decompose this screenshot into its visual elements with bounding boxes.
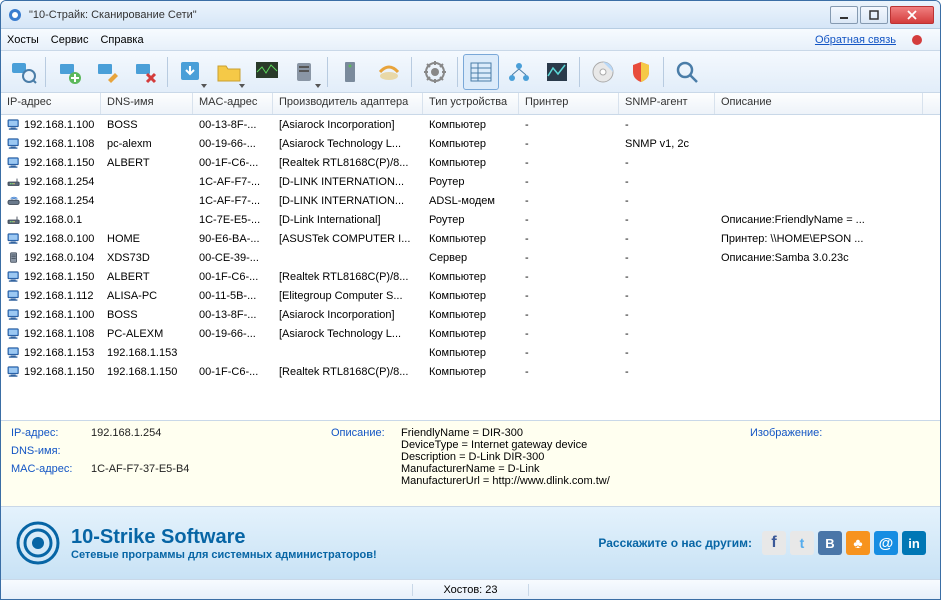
table-row[interactable]: 192.168.1.108pc-alexm00-19-66-...[Asiaro… <box>1 134 940 153</box>
col-dns[interactable]: DNS-имя <box>101 93 193 114</box>
titlebar[interactable]: "10-Страйк: Сканирование Сети" <box>1 1 940 29</box>
settings-button[interactable] <box>417 54 453 90</box>
feedback-dot-icon <box>912 35 922 45</box>
add-host-button[interactable] <box>51 54 87 90</box>
table-row[interactable]: 192.168.1.150ALBERT00-1F-C6-...[Realtek … <box>1 267 940 286</box>
ok-icon[interactable]: ♣ <box>846 531 870 555</box>
server-icon <box>7 252 21 264</box>
scan-button[interactable] <box>5 54 41 90</box>
close-button[interactable] <box>890 6 934 24</box>
detail-ip-label: IP-адрес: <box>11 427 91 439</box>
detail-image-label: Изображение: <box>750 427 822 439</box>
pc-icon <box>7 233 21 245</box>
detail-ip-value: 192.168.1.254 <box>91 427 161 439</box>
maximize-button[interactable] <box>860 6 888 24</box>
menu-help[interactable]: Справка <box>100 34 143 46</box>
table-row[interactable]: 192.168.1.2541C-AF-F7-...[D-LINK INTERNA… <box>1 191 940 210</box>
pc-icon <box>7 366 21 378</box>
chart-view-button[interactable] <box>539 54 575 90</box>
pc-icon <box>7 309 21 321</box>
topology-view-button[interactable] <box>501 54 537 90</box>
modem-icon <box>7 195 21 207</box>
banner: 10-Strike Software Сетевые программы для… <box>1 507 940 579</box>
host-grid: IP-адрес DNS-имя MAC-адрес Производитель… <box>1 93 940 421</box>
toolbar <box>1 51 940 93</box>
router-icon <box>7 214 21 226</box>
menubar: Хосты Сервис Справка Обратная связь <box>1 29 940 51</box>
brand-title: 10-Strike Software <box>71 526 377 549</box>
detail-desc-lines: FriendlyName = DIR-300DeviceType = Inter… <box>401 427 610 487</box>
twitter-icon[interactable]: t <box>790 531 814 555</box>
col-vendor[interactable]: Производитель адаптера <box>273 93 423 114</box>
detail-dns-label: DNS-имя: <box>11 445 91 457</box>
pc-icon <box>7 157 21 169</box>
col-ip[interactable]: IP-адрес <box>1 93 101 114</box>
open-folder-button[interactable] <box>211 54 247 90</box>
table-row[interactable]: 192.168.1.2541C-AF-F7-...[D-LINK INTERNA… <box>1 172 940 191</box>
table-row[interactable]: 192.168.1.108PC-ALEXM00-19-66-...[Asiaro… <box>1 324 940 343</box>
menu-service[interactable]: Сервис <box>51 34 89 46</box>
pc-icon <box>7 347 21 359</box>
server-tool-button[interactable] <box>333 54 369 90</box>
grid-body[interactable]: 192.168.1.100BOSS00-13-8F-...[Asiarock I… <box>1 115 940 420</box>
export-button[interactable] <box>173 54 209 90</box>
app-icon <box>7 7 23 23</box>
table-row[interactable]: 192.168.1.153192.168.1.153Компьютер-- <box>1 343 940 362</box>
col-type[interactable]: Тип устройства <box>423 93 519 114</box>
logo-icon <box>15 520 61 566</box>
pc-icon <box>7 119 21 131</box>
network-device-button[interactable] <box>287 54 323 90</box>
edit-host-button[interactable] <box>89 54 125 90</box>
col-snmp[interactable]: SNMP-агент <box>619 93 715 114</box>
pc-icon <box>7 271 21 283</box>
router-icon <box>7 176 21 188</box>
pc-icon <box>7 328 21 340</box>
col-printer[interactable]: Принтер <box>519 93 619 114</box>
table-row[interactable]: 192.168.0.100HOME90-E6-BA-...[ASUSTek CO… <box>1 229 940 248</box>
minimize-button[interactable] <box>830 6 858 24</box>
table-row[interactable]: 192.168.1.100BOSS00-13-8F-...[Asiarock I… <box>1 115 940 134</box>
detail-panel: IP-адрес:192.168.1.254 DNS-имя: MAC-адре… <box>1 421 940 507</box>
table-row[interactable]: 192.168.1.112ALISA-PC00-11-5B-...[Eliteg… <box>1 286 940 305</box>
facebook-icon[interactable]: f <box>762 531 786 555</box>
brand-subtitle: Сетевые программы для системных админист… <box>71 549 377 561</box>
pc-icon <box>7 290 21 302</box>
detail-mac-value: 1C-AF-F7-37-E5-B4 <box>91 463 189 475</box>
mail-icon[interactable]: @ <box>874 531 898 555</box>
table-row[interactable]: 192.168.1.150ALBERT00-1F-C6-...[Realtek … <box>1 153 940 172</box>
pc-icon <box>7 138 21 150</box>
linkedin-icon[interactable]: in <box>902 531 926 555</box>
table-row[interactable]: 192.168.1.150192.168.1.15000-1F-C6-...[R… <box>1 362 940 381</box>
wake-button[interactable] <box>371 54 407 90</box>
share-text: Расскажите о нас другим: <box>598 536 752 550</box>
table-row[interactable]: 192.168.0.11C-7E-E5-...[D-Link Internati… <box>1 210 940 229</box>
disc-button[interactable] <box>585 54 621 90</box>
feedback-link[interactable]: Обратная связь <box>815 34 934 46</box>
detail-desc-label: Описание: <box>331 427 401 487</box>
status-hosts: Хостов: 23 <box>412 584 528 596</box>
search-button[interactable] <box>669 54 705 90</box>
col-desc[interactable]: Описание <box>715 93 923 114</box>
grid-header: IP-адрес DNS-имя MAC-адрес Производитель… <box>1 93 940 115</box>
vk-icon[interactable]: B <box>818 531 842 555</box>
table-row[interactable]: 192.168.0.104XDS73D00-CE-39-...Сервер--О… <box>1 248 940 267</box>
col-mac[interactable]: MAC-адрес <box>193 93 273 114</box>
detail-mac-label: MAC-адрес: <box>11 463 91 475</box>
delete-host-button[interactable] <box>127 54 163 90</box>
window-title: "10-Страйк: Сканирование Сети" <box>29 9 828 21</box>
security-button[interactable] <box>623 54 659 90</box>
monitor-button[interactable] <box>249 54 285 90</box>
list-view-button[interactable] <box>463 54 499 90</box>
statusbar: Хостов: 23 <box>1 579 940 599</box>
menu-hosts[interactable]: Хосты <box>7 34 39 46</box>
table-row[interactable]: 192.168.1.100BOSS00-13-8F-...[Asiarock I… <box>1 305 940 324</box>
app-window: "10-Страйк: Сканирование Сети" Хосты Сер… <box>0 0 941 600</box>
